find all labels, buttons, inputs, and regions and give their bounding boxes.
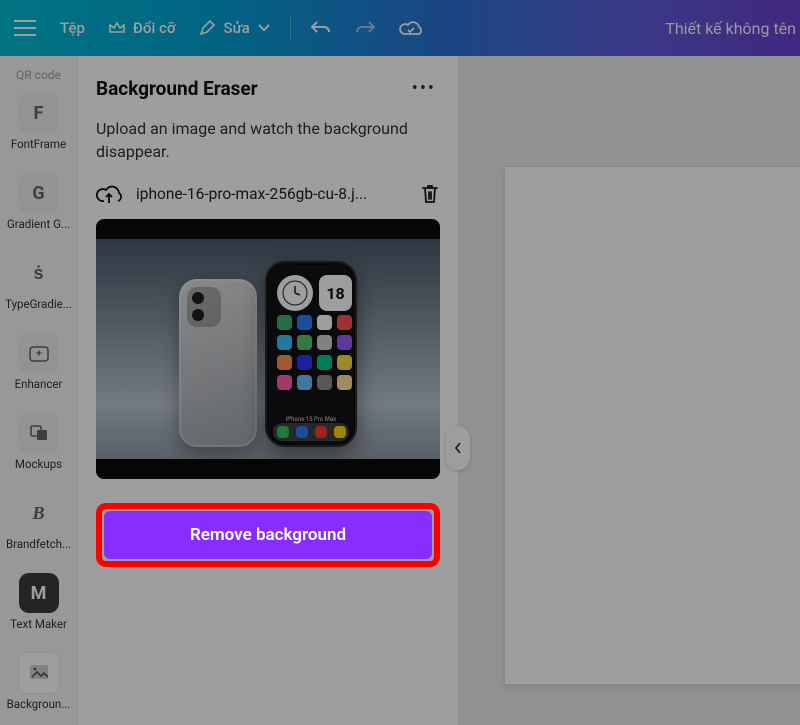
app-tile	[277, 355, 292, 370]
sidebar-item-background-eraser[interactable]: Backgroun...	[4, 645, 74, 715]
redo-icon	[355, 20, 375, 36]
dock-app	[277, 426, 289, 438]
dock-app	[315, 426, 327, 438]
phone-dock	[273, 423, 349, 441]
apps-sidebar: QR code F FontFrame G Gradient G... ṡ Ty…	[0, 56, 78, 725]
image-preview: 18 iPhone 15 Pro Max	[96, 219, 440, 479]
app-tile	[297, 355, 312, 370]
menu-button[interactable]	[4, 8, 46, 48]
undo-button[interactable]	[301, 8, 341, 48]
uploaded-file-name: iphone-16-pro-max-256gb-cu-8.j...	[136, 185, 406, 203]
body: QR code F FontFrame G Gradient G... ṡ Ty…	[0, 56, 800, 725]
textmaker-icon: M	[19, 573, 59, 613]
cloud-upload-icon	[96, 183, 122, 205]
app-tile	[277, 375, 292, 390]
app-tile	[277, 315, 292, 330]
panel-title: Background Eraser	[96, 77, 258, 100]
dock-app	[334, 426, 346, 438]
sidebar-item-label: Backgroun...	[7, 697, 71, 711]
resize-menu[interactable]: Đổi cỡ	[99, 8, 186, 48]
clock-widget	[277, 275, 313, 311]
delete-file-button[interactable]	[420, 183, 440, 205]
chevron-down-icon	[258, 24, 270, 32]
brandfetch-icon: B	[19, 493, 59, 533]
cloud-check-icon	[399, 19, 423, 37]
background-eraser-icon	[19, 653, 59, 693]
resize-label: Đổi cỡ	[133, 19, 176, 37]
sidebar-item-label: FontFrame	[11, 137, 66, 151]
sidebar-item-mockups[interactable]: Mockups	[4, 405, 74, 475]
uploaded-file-row: iphone-16-pro-max-256gb-cu-8.j...	[96, 183, 440, 205]
undo-icon	[311, 20, 331, 36]
sidebar-item-label: Text Maker	[10, 617, 67, 631]
edit-label: Sửa	[223, 19, 249, 37]
trash-icon	[420, 183, 440, 205]
phone-front: 18 iPhone 15 Pro Max	[265, 261, 357, 447]
sidebar-item-textmaker[interactable]: M Text Maker	[4, 565, 74, 635]
app-tile	[297, 375, 312, 390]
remove-background-button[interactable]: Remove background	[104, 511, 432, 559]
apple-logo-icon	[210, 354, 226, 372]
enhancer-icon	[19, 333, 59, 373]
app-tile	[317, 355, 332, 370]
sidebar-item-enhancer[interactable]: Enhancer	[4, 325, 74, 395]
edit-menu[interactable]: Sửa	[189, 8, 279, 48]
toolbar-separator	[290, 16, 291, 40]
phone-model-caption: iPhone 15 Pro Max	[286, 416, 336, 423]
file-menu[interactable]: Tệp	[50, 8, 95, 48]
document-title[interactable]: Thiết kế không tên	[665, 19, 796, 38]
topbar: Tệp Đổi cỡ Sửa Thiết kế không tên	[0, 0, 800, 56]
app-tile	[337, 355, 352, 370]
app-tile	[277, 335, 292, 350]
typegradient-icon: ṡ	[19, 253, 59, 293]
file-menu-label: Tệp	[60, 19, 85, 37]
panel-subtitle: Upload an image and watch the background…	[96, 117, 440, 163]
panel-more-button[interactable]: •••	[408, 74, 440, 103]
fontframe-icon: F	[19, 93, 59, 133]
pencil-icon	[199, 20, 215, 36]
app-tile	[337, 375, 352, 390]
app-tile	[297, 335, 312, 350]
mockups-icon	[19, 413, 59, 453]
sidebar-item-label: Enhancer	[15, 377, 63, 391]
sidebar-item-fontframe[interactable]: F FontFrame	[4, 85, 74, 155]
app-grid	[269, 311, 353, 431]
app-tile	[317, 375, 332, 390]
dock-app	[296, 426, 308, 438]
phone-back	[179, 279, 257, 447]
cloud-sync-button[interactable]	[389, 8, 433, 48]
app-tile	[337, 335, 352, 350]
design-page[interactable]	[504, 166, 800, 685]
gradient-icon: G	[19, 173, 59, 213]
redo-button[interactable]	[345, 8, 385, 48]
crown-icon	[109, 21, 125, 35]
app-tile	[297, 315, 312, 330]
app-tile	[317, 315, 332, 330]
bg-eraser-panel: Background Eraser ••• Upload an image an…	[78, 56, 458, 725]
sidebar-item-label: TypeGradie...	[5, 297, 72, 311]
sidebar-item-label: Gradient G...	[7, 217, 70, 231]
app-root: Tệp Đổi cỡ Sửa Thiết kế không tên QR cod…	[0, 0, 800, 725]
app-tile	[337, 315, 352, 330]
canvas-area[interactable]	[458, 56, 800, 725]
app-tile	[317, 335, 332, 350]
sidebar-item-typegradient[interactable]: ṡ TypeGradie...	[4, 245, 74, 315]
camera-module	[187, 287, 221, 327]
sidebar-item-gradient[interactable]: G Gradient G...	[4, 165, 74, 235]
panel-header: Background Eraser •••	[96, 74, 440, 103]
calendar-widget: 18	[319, 275, 352, 311]
sidebar-qr-label: QR code	[16, 64, 61, 85]
hamburger-icon	[14, 20, 36, 36]
sidebar-item-label: Mockups	[15, 457, 62, 471]
collapse-panel-button[interactable]	[446, 426, 470, 470]
cta-highlight: Remove background	[96, 503, 440, 567]
preview-scene: 18 iPhone 15 Pro Max	[96, 239, 440, 459]
sidebar-item-brandfetch[interactable]: B Brandfetch...	[4, 485, 74, 555]
sidebar-item-label: Brandfetch...	[6, 537, 71, 551]
chevron-left-icon	[454, 442, 462, 454]
